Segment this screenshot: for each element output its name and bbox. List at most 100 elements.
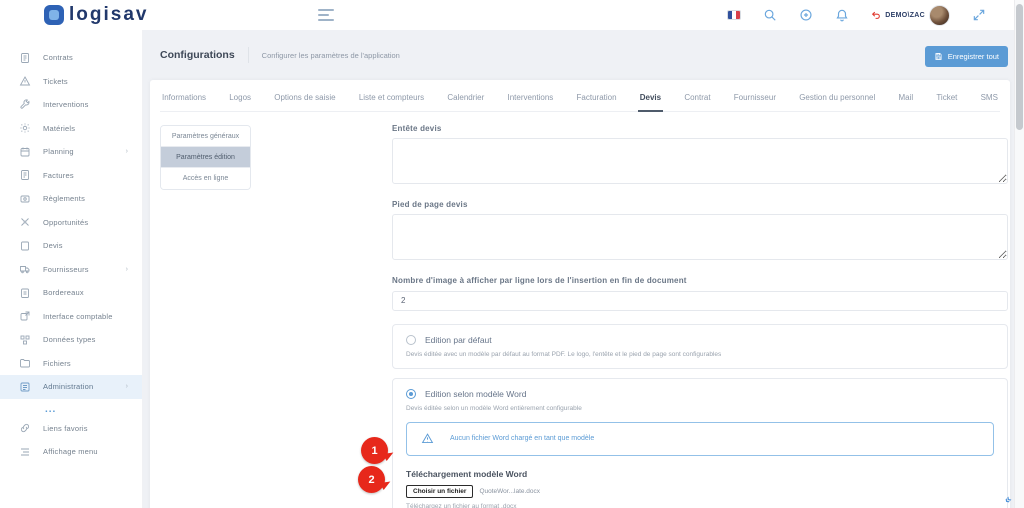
default-edition-title: Edition par défaut [425,335,492,345]
search-icon[interactable] [763,8,777,22]
gear-icon [19,122,31,134]
configuration-card: Informations Logos Options de saisie Lis… [150,80,1010,508]
fullscreen-icon[interactable] [972,8,986,22]
subnav-acces-en-ligne[interactable]: Accès en ligne [161,168,250,189]
upload-section-title: Téléchargement modèle Word [406,469,994,479]
user-name: DEMO\ZAC [885,12,925,19]
tab-facturation[interactable]: Facturation [575,93,619,111]
annotation-step-1: 1 [361,437,388,464]
quote-footer-label: Pied de page devis [392,200,1008,209]
sidebar-item-administration[interactable]: Administration › [0,375,142,399]
tab-bar: Informations Logos Options de saisie Lis… [160,80,1000,112]
sidebar-item-liens-favoris[interactable]: Liens favoris [0,417,142,441]
upload-format-hint: Téléchargez un fichier au format .docx [406,503,994,508]
default-edition-radio[interactable] [406,335,416,345]
sidebar-item-opportunites[interactable]: Opportunités [0,211,142,235]
page-title: Configurations [160,49,235,61]
notifications-bell-icon[interactable] [835,8,849,22]
word-edition-title: Edition selon modèle Word [425,389,526,399]
vertical-scrollbar[interactable] [1014,0,1024,508]
tab-options-de-saisie[interactable]: Options de saisie [272,93,337,111]
chevron-right-icon: › [126,148,128,155]
clipboard-icon [19,287,31,299]
folder-icon [19,357,31,369]
header-divider [248,47,249,63]
annotation-step-2: 2 [358,466,385,493]
language-flag-icon[interactable] [727,10,741,20]
logo-text: logisav [69,4,148,26]
tab-sms[interactable]: SMS [979,93,1000,111]
sidebar-toggle-icon[interactable] [318,9,334,21]
sidebar-item-interventions[interactable]: Interventions [0,93,142,117]
tab-contrat[interactable]: Contrat [682,93,712,111]
sidebar-item-materiels[interactable]: Matériels [0,117,142,141]
sidebar-item-contrats[interactable]: Contrats [0,46,142,70]
sidebar-more-dots[interactable]: ... [45,405,142,415]
sidebar-item-affichage-menu[interactable]: Affichage menu [0,440,142,464]
user-menu[interactable]: DEMO\ZAC [871,5,950,26]
sidebar-item-planning[interactable]: Planning › [0,140,142,164]
ticket-warning-icon [19,75,31,87]
page-subtitle: Configurer les paramètres de l'applicati… [262,51,400,60]
save-all-button[interactable]: Enregistrer tout [925,46,1008,67]
tab-logos[interactable]: Logos [227,93,253,111]
subnav-parametres-generaux[interactable]: Paramètres généraux [161,126,250,147]
word-edition-description: Devis éditée selon un modèle Word entièr… [406,405,994,412]
network-icon [19,216,31,228]
invoice-icon [19,169,31,181]
no-word-file-warning: Aucun fichier Word chargé en tant que mo… [406,422,994,456]
word-edition-option: Edition selon modèle Word Devis éditée s… [392,378,1008,508]
add-icon[interactable] [799,8,813,22]
settings-subnav: Paramètres généraux Paramètres édition A… [160,125,251,190]
sidebar: Contrats Tickets Interventions Matériels… [0,30,143,508]
contract-icon [19,52,31,64]
save-icon [934,52,943,61]
quote-icon [19,240,31,252]
menu-display-icon [19,446,31,458]
tab-devis[interactable]: Devis [638,93,663,112]
choose-file-button[interactable]: Choisir un fichier [406,485,473,498]
quote-header-label: Entête devis [392,124,1008,133]
calendar-icon [19,146,31,158]
chosen-file-name: QuoteWor...late.docx [479,488,540,495]
sidebar-item-factures[interactable]: Factures [0,164,142,188]
data-grid-icon [19,334,31,346]
tab-ticket[interactable]: Ticket [934,93,959,111]
sidebar-item-fournisseurs[interactable]: Fournisseurs › [0,258,142,282]
sidebar-item-bordereaux[interactable]: Bordereaux [0,281,142,305]
images-per-line-input[interactable] [392,291,1008,311]
export-icon [19,310,31,322]
quote-header-textarea[interactable] [392,138,1008,184]
sidebar-item-devis[interactable]: Devis [0,234,142,258]
tab-fournisseur[interactable]: Fournisseur [732,93,778,111]
top-bar: logisav DEMO\ZAC [0,0,1014,30]
tab-calendrier[interactable]: Calendrier [445,93,486,111]
subnav-parametres-edition[interactable]: Paramètres édition [161,147,250,168]
tab-interventions[interactable]: Interventions [506,93,556,111]
scrollbar-thumb[interactable] [1016,4,1023,130]
default-edition-option: Edition par défaut Devis éditée avec un … [392,324,1008,369]
sidebar-item-fichiers[interactable]: Fichiers [0,352,142,376]
tab-liste-et-compteurs[interactable]: Liste et compteurs [357,93,426,111]
admin-icon [19,381,31,393]
quote-footer-textarea[interactable] [392,214,1008,260]
warning-text: Aucun fichier Word chargé en tant que mo… [450,435,594,442]
sidebar-item-donnees-types[interactable]: Données types [0,328,142,352]
file-input-row: Choisir un fichier QuoteWor...late.docx [406,485,994,498]
tab-informations[interactable]: Informations [160,93,208,111]
payment-icon [19,193,31,205]
sidebar-item-interface-comptable[interactable]: Interface comptable [0,305,142,329]
sidebar-item-tickets[interactable]: Tickets [0,70,142,94]
wrench-icon [19,99,31,111]
switch-user-arrow-icon [871,10,881,20]
application-window: logisav DEMO\ZAC [0,0,1024,508]
tab-mail[interactable]: Mail [896,93,915,111]
tab-gestion-du-personnel[interactable]: Gestion du personnel [797,93,877,111]
page-header: Configurations Configurer les paramètres… [160,42,400,68]
logo[interactable]: logisav [44,4,148,26]
avatar [929,5,950,26]
sidebar-item-reglements[interactable]: Règlements [0,187,142,211]
word-edition-radio[interactable] [406,389,416,399]
chevron-right-icon: › [126,383,128,390]
warning-triangle-icon [421,432,434,445]
